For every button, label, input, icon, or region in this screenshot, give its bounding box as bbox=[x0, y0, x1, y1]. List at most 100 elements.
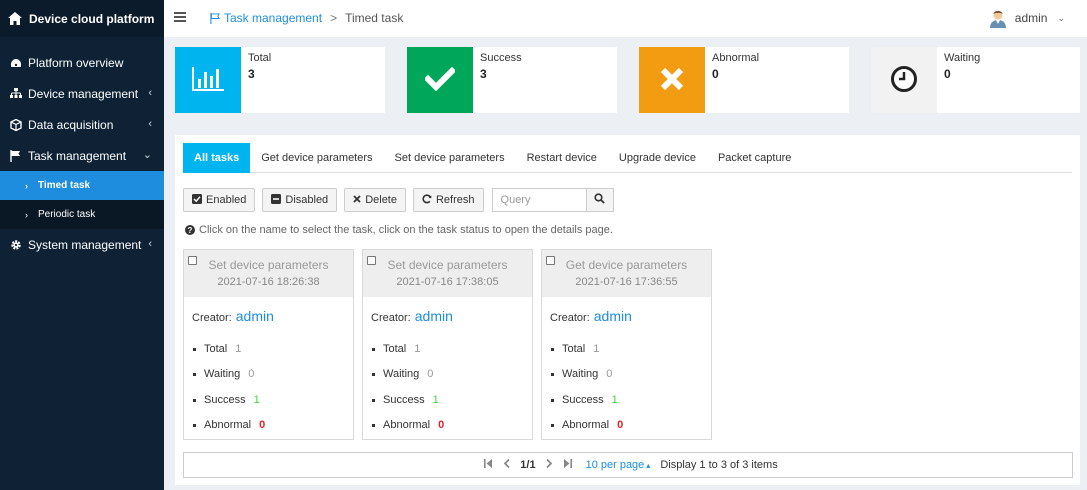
task-card: Set device parameters 2021-07-16 17:38:0… bbox=[362, 249, 533, 440]
task-stat-success[interactable]: Success 1 bbox=[372, 394, 439, 406]
query-input[interactable] bbox=[491, 188, 587, 212]
stat-label: Total bbox=[248, 52, 272, 64]
stat-label: Abnormal bbox=[383, 419, 431, 431]
tab-set-device-parameters[interactable]: Set device parameters bbox=[384, 143, 516, 173]
task-stat-waiting[interactable]: Waiting 0 bbox=[193, 368, 254, 380]
task-name[interactable]: Get device parameters bbox=[542, 258, 711, 272]
check-icon bbox=[423, 66, 457, 94]
search-button[interactable] bbox=[586, 188, 614, 212]
stat-label: Abnormal bbox=[712, 52, 760, 64]
task-name[interactable]: Set device parameters bbox=[363, 258, 532, 272]
prev-page-icon[interactable] bbox=[504, 458, 510, 471]
stat-count: 0 bbox=[617, 419, 624, 431]
clock-icon bbox=[890, 65, 918, 96]
flag-icon bbox=[10, 149, 22, 162]
stat-label: Waiting bbox=[383, 368, 420, 380]
brand[interactable]: Device cloud platform bbox=[0, 0, 164, 37]
tab-upgrade-device[interactable]: Upgrade device bbox=[608, 143, 707, 173]
sidebar-item-data-acquisition[interactable]: Data acquisition ‹ bbox=[0, 109, 164, 140]
enabled-button[interactable]: Enabled bbox=[183, 188, 256, 212]
stat-count: 1 bbox=[432, 394, 439, 406]
delete-button[interactable]: Delete bbox=[344, 188, 406, 212]
first-page-icon[interactable] bbox=[484, 459, 493, 471]
stat-card-waiting: Waiting 0 bbox=[871, 47, 1080, 113]
disabled-button[interactable]: Disabled bbox=[262, 188, 338, 212]
stat-label: Success bbox=[383, 394, 425, 406]
stat-value: 3 bbox=[480, 67, 487, 81]
user-menu[interactable]: admin ⌄ bbox=[989, 8, 1065, 28]
task-stat-abnormal[interactable]: Abnormal 0 bbox=[551, 419, 623, 431]
tab-packet-capture[interactable]: Packet capture bbox=[707, 143, 802, 173]
task-stat-waiting[interactable]: Waiting 0 bbox=[551, 368, 612, 380]
sidebar-item-label: System management bbox=[28, 237, 142, 252]
task-name[interactable]: Set device parameters bbox=[184, 258, 353, 272]
creator-name[interactable]: admin bbox=[236, 308, 274, 324]
stat-label: Waiting bbox=[204, 368, 241, 380]
task-stat-total[interactable]: Total 1 bbox=[193, 343, 241, 355]
task-card: Set device parameters 2021-07-16 18:26:3… bbox=[183, 249, 354, 440]
stat-label: Waiting bbox=[562, 368, 599, 380]
task-time: 2021-07-16 18:26:38 bbox=[217, 276, 320, 288]
task-stat-total[interactable]: Total 1 bbox=[551, 343, 599, 355]
button-label: Refresh bbox=[435, 194, 475, 206]
task-panel: All tasks Get device parameters Set devi… bbox=[175, 135, 1080, 485]
task-stat-success[interactable]: Success 1 bbox=[193, 394, 260, 406]
per-page-select[interactable]: 10 per page ▴ bbox=[586, 459, 651, 471]
stat-card-total: Total 3 bbox=[175, 47, 385, 113]
button-label: Enabled bbox=[206, 194, 247, 206]
task-stat-total[interactable]: Total 1 bbox=[372, 343, 420, 355]
task-card: Get device parameters 2021-07-16 17:36:5… bbox=[541, 249, 712, 440]
stat-label: Total bbox=[204, 343, 228, 355]
next-page-icon[interactable] bbox=[545, 458, 552, 471]
task-time: 2021-07-16 17:38:05 bbox=[396, 276, 499, 288]
stat-label: Success bbox=[562, 394, 604, 406]
menu-toggle-icon[interactable] bbox=[174, 12, 186, 22]
sidebar-item-device-management[interactable]: Device management ‹ bbox=[0, 78, 164, 109]
stat-label: Success bbox=[480, 52, 522, 64]
sidebar-nav: Platform overview Device management ‹ Da… bbox=[0, 47, 164, 260]
tab-all-tasks[interactable]: All tasks bbox=[183, 143, 251, 173]
task-stat-abnormal[interactable]: Abnormal 0 bbox=[193, 419, 265, 431]
sidebar-subitem-timed-task[interactable]: › Timed task bbox=[0, 171, 164, 200]
task-submenu: › Timed task › Periodic task bbox=[0, 171, 164, 229]
task-card-header: Set device parameters 2021-07-16 18:26:3… bbox=[184, 250, 353, 297]
chevron-down-icon: ⌄ bbox=[142, 149, 152, 161]
sidebar-subitem-label: Timed task bbox=[38, 180, 91, 191]
creator-name[interactable]: admin bbox=[415, 308, 453, 324]
question-circle-icon: ? bbox=[185, 225, 195, 235]
breadcrumb-current: Timed task bbox=[345, 11, 404, 25]
sidebar-item-system-management[interactable]: System management ‹ bbox=[0, 229, 164, 260]
last-page-icon[interactable] bbox=[563, 459, 572, 471]
stat-label: Waiting bbox=[944, 52, 981, 64]
creator-label: Creator: bbox=[192, 312, 232, 324]
breadcrumb-task-management[interactable]: Task management bbox=[224, 11, 322, 25]
avatar bbox=[989, 8, 1007, 28]
sidebar-item-task-management[interactable]: Task management ⌄ bbox=[0, 140, 164, 171]
sidebar-item-platform-overview[interactable]: Platform overview bbox=[0, 47, 164, 78]
close-icon bbox=[660, 67, 684, 94]
stat-card-success: Success 3 bbox=[407, 47, 617, 113]
task-creator: Creator: admin bbox=[550, 308, 632, 324]
sidebar-item-label: Data acquisition bbox=[28, 117, 114, 132]
chevron-down-icon: ⌄ bbox=[1057, 12, 1065, 23]
stat-tile bbox=[407, 47, 473, 113]
tab-get-device-parameters[interactable]: Get device parameters bbox=[250, 143, 383, 173]
sidebar-subitem-periodic-task[interactable]: › Periodic task bbox=[0, 200, 164, 229]
task-stat-waiting[interactable]: Waiting 0 bbox=[372, 368, 433, 380]
tab-restart-device[interactable]: Restart device bbox=[516, 143, 608, 173]
refresh-button[interactable]: Refresh bbox=[412, 188, 484, 212]
stat-label: Success bbox=[204, 394, 246, 406]
creator-name[interactable]: admin bbox=[594, 308, 632, 324]
creator-label: Creator: bbox=[371, 312, 411, 324]
task-stat-success[interactable]: Success 1 bbox=[551, 394, 618, 406]
task-card-header: Set device parameters 2021-07-16 17:38:0… bbox=[363, 250, 532, 297]
brand-title: Device cloud platform bbox=[29, 11, 155, 26]
stat-value: 0 bbox=[944, 67, 951, 81]
task-tabs: All tasks Get device parameters Set devi… bbox=[183, 143, 1072, 173]
hint-text: Click on the name to select the task, cl… bbox=[199, 224, 613, 236]
check-square-icon bbox=[192, 193, 202, 207]
task-stat-abnormal[interactable]: Abnormal 0 bbox=[372, 419, 444, 431]
sitemap-icon bbox=[10, 88, 22, 100]
refresh-icon bbox=[422, 193, 432, 207]
task-creator: Creator: admin bbox=[192, 308, 274, 324]
